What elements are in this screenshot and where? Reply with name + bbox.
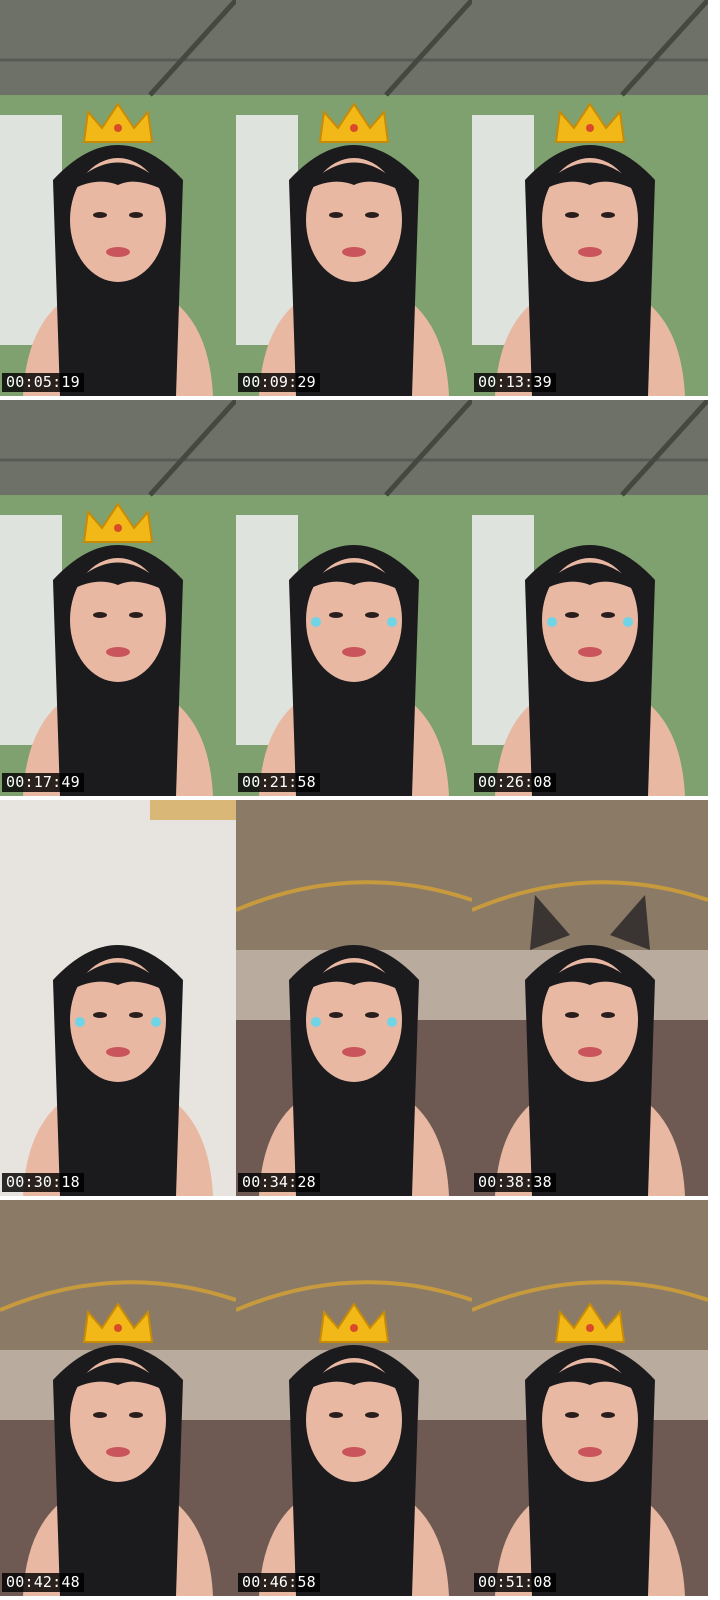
timestamp-label: 00:13:39	[474, 373, 556, 392]
frame-image	[236, 800, 472, 1196]
timestamp-label: 00:46:58	[238, 1573, 320, 1592]
frame-image	[472, 400, 708, 796]
video-frame-thumbnail[interactable]: 00:09:29	[236, 0, 472, 396]
frame-image	[0, 800, 236, 1196]
timestamp-label: 00:42:48	[2, 1573, 84, 1592]
video-frame-thumbnail[interactable]: 00:17:49	[0, 400, 236, 796]
frame-image	[0, 400, 236, 796]
timestamp-label: 00:30:18	[2, 1173, 84, 1192]
video-frame-thumbnail[interactable]: 00:05:19	[0, 0, 236, 396]
video-frame-thumbnail[interactable]: 00:21:58	[236, 400, 472, 796]
timestamp-label: 00:51:08	[474, 1573, 556, 1592]
frame-image	[472, 1200, 708, 1596]
frame-image	[0, 1200, 236, 1596]
timestamp-label: 00:21:58	[238, 773, 320, 792]
frame-image	[236, 1200, 472, 1596]
video-frame-thumbnail[interactable]: 00:42:48	[0, 1200, 236, 1596]
frame-image	[472, 0, 708, 396]
timestamp-label: 00:05:19	[2, 373, 84, 392]
video-frame-thumbnail[interactable]: 00:46:58	[236, 1200, 472, 1596]
timestamp-label: 00:26:08	[474, 773, 556, 792]
video-frame-thumbnail[interactable]: 00:30:18	[0, 800, 236, 1196]
frame-image	[472, 800, 708, 1196]
video-frame-thumbnail[interactable]: 00:34:28	[236, 800, 472, 1196]
timestamp-label: 00:38:38	[474, 1173, 556, 1192]
frame-image	[236, 400, 472, 796]
video-frame-thumbnail[interactable]: 00:51:08	[472, 1200, 708, 1596]
video-frame-thumbnail[interactable]: 00:13:39	[472, 0, 708, 396]
video-frame-thumbnail[interactable]: 00:26:08	[472, 400, 708, 796]
timestamp-label: 00:17:49	[2, 773, 84, 792]
thumbnail-grid: 00:05:19 00:09:29 00:13:39 00:17:49 00:21:58…	[0, 0, 720, 1600]
timestamp-label: 00:09:29	[238, 373, 320, 392]
frame-image	[0, 0, 236, 396]
video-frame-thumbnail[interactable]: 00:38:38	[472, 800, 708, 1196]
timestamp-label: 00:34:28	[238, 1173, 320, 1192]
frame-image	[236, 0, 472, 396]
